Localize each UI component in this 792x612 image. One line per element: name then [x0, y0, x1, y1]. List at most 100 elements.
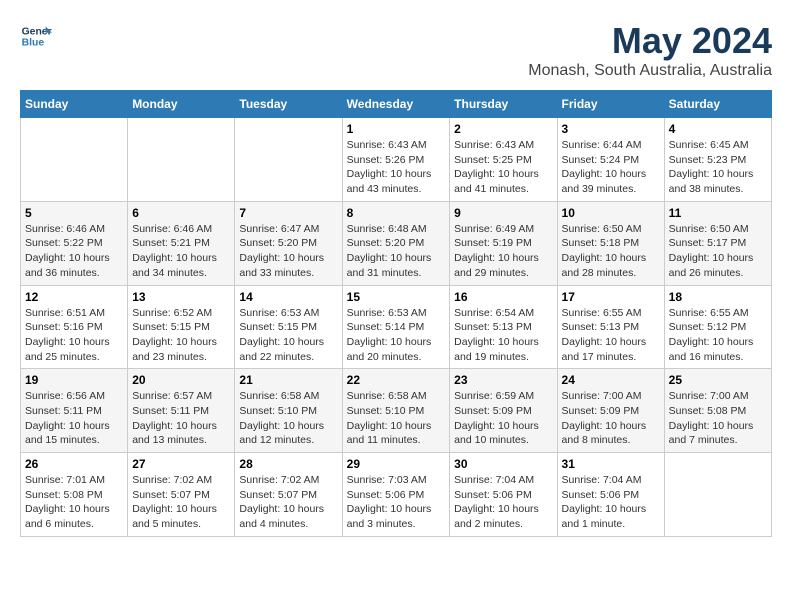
logo-icon: General Blue: [20, 20, 52, 52]
weekday-header-thursday: Thursday: [450, 91, 557, 118]
day-info: Sunrise: 7:04 AM Sunset: 5:06 PM Dayligh…: [454, 473, 552, 532]
day-info: Sunrise: 7:01 AM Sunset: 5:08 PM Dayligh…: [25, 473, 123, 532]
day-info: Sunrise: 6:46 AM Sunset: 5:22 PM Dayligh…: [25, 222, 123, 281]
day-info: Sunrise: 6:49 AM Sunset: 5:19 PM Dayligh…: [454, 222, 552, 281]
day-number: 8: [347, 206, 446, 220]
day-info: Sunrise: 6:57 AM Sunset: 5:11 PM Dayligh…: [132, 389, 230, 448]
day-number: 4: [669, 122, 767, 136]
weekday-header-monday: Monday: [128, 91, 235, 118]
day-info: Sunrise: 6:59 AM Sunset: 5:09 PM Dayligh…: [454, 389, 552, 448]
calendar-cell: 2Sunrise: 6:43 AM Sunset: 5:25 PM Daylig…: [450, 118, 557, 202]
day-info: Sunrise: 6:53 AM Sunset: 5:14 PM Dayligh…: [347, 306, 446, 365]
weekday-header-row: SundayMondayTuesdayWednesdayThursdayFrid…: [21, 91, 772, 118]
day-info: Sunrise: 6:53 AM Sunset: 5:15 PM Dayligh…: [239, 306, 337, 365]
week-row-5: 26 Sunrise: 7:01 AM Sunset: 5:08 PM Dayli…: [21, 453, 772, 537]
day-number: 23: [454, 373, 552, 387]
day-number: 16: [454, 290, 552, 304]
day-info: Sunrise: 6:48 AM Sunset: 5:20 PM Dayligh…: [347, 222, 446, 281]
calendar-cell: 3Sunrise: 6:44 AM Sunset: 5:24 PM Daylig…: [557, 118, 664, 202]
day-number: 19: [25, 373, 123, 387]
calendar-cell: 8 Sunrise: 6:48 AM Sunset: 5:20 PM Daylig…: [342, 201, 450, 285]
day-info: Sunrise: 6:56 AM Sunset: 5:11 PM Dayligh…: [25, 389, 123, 448]
week-row-1: 1 Sunrise: 6:43 AM Sunset: 5:26 PM Daylig…: [21, 118, 772, 202]
calendar-cell: [235, 118, 342, 202]
day-number: 5: [25, 206, 123, 220]
day-number: 9: [454, 206, 552, 220]
day-info: Sunrise: 6:47 AM Sunset: 5:20 PM Dayligh…: [239, 222, 337, 281]
week-row-4: 19 Sunrise: 6:56 AM Sunset: 5:11 PM Dayli…: [21, 369, 772, 453]
calendar-cell: 25Sunrise: 7:00 AM Sunset: 5:08 PM Dayli…: [664, 369, 771, 453]
calendar-cell: 12 Sunrise: 6:51 AM Sunset: 5:16 PM Dayli…: [21, 285, 128, 369]
day-info: Sunrise: 6:43 AM Sunset: 5:25 PM Dayligh…: [454, 138, 552, 197]
calendar-cell: 1 Sunrise: 6:43 AM Sunset: 5:26 PM Daylig…: [342, 118, 450, 202]
day-number: 28: [239, 457, 337, 471]
day-number: 18: [669, 290, 767, 304]
calendar-cell: 24 Sunrise: 7:00 AM Sunset: 5:09 PM Dayli…: [557, 369, 664, 453]
calendar-cell: 26 Sunrise: 7:01 AM Sunset: 5:08 PM Dayli…: [21, 453, 128, 537]
day-number: 17: [562, 290, 660, 304]
calendar-cell: 29 Sunrise: 7:03 AM Sunset: 5:06 PM Dayli…: [342, 453, 450, 537]
day-number: 11: [669, 206, 767, 220]
week-row-3: 12 Sunrise: 6:51 AM Sunset: 5:16 PM Dayli…: [21, 285, 772, 369]
day-info: Sunrise: 6:52 AM Sunset: 5:15 PM Dayligh…: [132, 306, 230, 365]
weekday-header-wednesday: Wednesday: [342, 91, 450, 118]
calendar-cell: 11Sunrise: 6:50 AM Sunset: 5:17 PM Dayli…: [664, 201, 771, 285]
calendar-cell: 4 Sunrise: 6:45 AM Sunset: 5:23 PM Daylig…: [664, 118, 771, 202]
calendar-cell: 27Sunrise: 7:02 AM Sunset: 5:07 PM Dayli…: [128, 453, 235, 537]
calendar-cell: 18 Sunrise: 6:55 AM Sunset: 5:12 PM Dayli…: [664, 285, 771, 369]
day-number: 15: [347, 290, 446, 304]
calendar-cell: 30Sunrise: 7:04 AM Sunset: 5:06 PM Dayli…: [450, 453, 557, 537]
day-number: 6: [132, 206, 230, 220]
day-info: Sunrise: 6:54 AM Sunset: 5:13 PM Dayligh…: [454, 306, 552, 365]
day-number: 10: [562, 206, 660, 220]
day-info: Sunrise: 6:46 AM Sunset: 5:21 PM Dayligh…: [132, 222, 230, 281]
logo: General Blue: [20, 20, 52, 52]
day-info: Sunrise: 7:02 AM Sunset: 5:07 PM Dayligh…: [239, 473, 337, 532]
calendar-cell: [664, 453, 771, 537]
weekday-header-friday: Friday: [557, 91, 664, 118]
day-number: 20: [132, 373, 230, 387]
weekday-header-tuesday: Tuesday: [235, 91, 342, 118]
day-info: Sunrise: 6:55 AM Sunset: 5:12 PM Dayligh…: [669, 306, 767, 365]
day-info: Sunrise: 7:03 AM Sunset: 5:06 PM Dayligh…: [347, 473, 446, 532]
day-number: 14: [239, 290, 337, 304]
day-number: 13: [132, 290, 230, 304]
day-info: Sunrise: 6:45 AM Sunset: 5:23 PM Dayligh…: [669, 138, 767, 197]
calendar-cell: 10 Sunrise: 6:50 AM Sunset: 5:18 PM Dayli…: [557, 201, 664, 285]
day-number: 1: [347, 122, 446, 136]
calendar-table: SundayMondayTuesdayWednesdayThursdayFrid…: [20, 90, 772, 537]
calendar-cell: 6 Sunrise: 6:46 AM Sunset: 5:21 PM Daylig…: [128, 201, 235, 285]
day-info: Sunrise: 6:58 AM Sunset: 5:10 PM Dayligh…: [347, 389, 446, 448]
weekday-header-saturday: Saturday: [664, 91, 771, 118]
calendar-cell: 20 Sunrise: 6:57 AM Sunset: 5:11 PM Dayli…: [128, 369, 235, 453]
calendar-cell: 15 Sunrise: 6:53 AM Sunset: 5:14 PM Dayli…: [342, 285, 450, 369]
day-number: 12: [25, 290, 123, 304]
day-info: Sunrise: 6:50 AM Sunset: 5:18 PM Dayligh…: [562, 222, 660, 281]
day-info: Sunrise: 6:43 AM Sunset: 5:26 PM Dayligh…: [347, 138, 446, 197]
day-number: 29: [347, 457, 446, 471]
calendar-cell: 9 Sunrise: 6:49 AM Sunset: 5:19 PM Daylig…: [450, 201, 557, 285]
day-number: 26: [25, 457, 123, 471]
day-info: Sunrise: 7:00 AM Sunset: 5:09 PM Dayligh…: [562, 389, 660, 448]
day-number: 24: [562, 373, 660, 387]
title-area: May 2024 Monash, South Australia, Austra…: [528, 20, 772, 80]
main-title: May 2024: [528, 20, 772, 62]
day-info: Sunrise: 6:44 AM Sunset: 5:24 PM Dayligh…: [562, 138, 660, 197]
day-info: Sunrise: 7:00 AM Sunset: 5:08 PM Dayligh…: [669, 389, 767, 448]
day-number: 31: [562, 457, 660, 471]
calendar-cell: 5 Sunrise: 6:46 AM Sunset: 5:22 PM Daylig…: [21, 201, 128, 285]
calendar-cell: 23 Sunrise: 6:59 AM Sunset: 5:09 PM Dayli…: [450, 369, 557, 453]
day-info: Sunrise: 6:55 AM Sunset: 5:13 PM Dayligh…: [562, 306, 660, 365]
calendar-cell: 16 Sunrise: 6:54 AM Sunset: 5:13 PM Dayli…: [450, 285, 557, 369]
calendar-cell: 14 Sunrise: 6:53 AM Sunset: 5:15 PM Dayli…: [235, 285, 342, 369]
week-row-2: 5 Sunrise: 6:46 AM Sunset: 5:22 PM Daylig…: [21, 201, 772, 285]
day-info: Sunrise: 7:04 AM Sunset: 5:06 PM Dayligh…: [562, 473, 660, 532]
calendar-cell: 28 Sunrise: 7:02 AM Sunset: 5:07 PM Dayli…: [235, 453, 342, 537]
calendar-cell: 22Sunrise: 6:58 AM Sunset: 5:10 PM Dayli…: [342, 369, 450, 453]
day-info: Sunrise: 6:51 AM Sunset: 5:16 PM Dayligh…: [25, 306, 123, 365]
calendar-cell: 19 Sunrise: 6:56 AM Sunset: 5:11 PM Dayli…: [21, 369, 128, 453]
day-number: 21: [239, 373, 337, 387]
day-number: 7: [239, 206, 337, 220]
weekday-header-sunday: Sunday: [21, 91, 128, 118]
calendar-cell: [128, 118, 235, 202]
